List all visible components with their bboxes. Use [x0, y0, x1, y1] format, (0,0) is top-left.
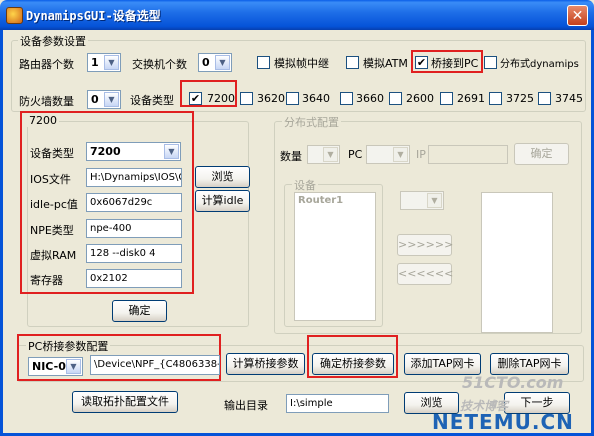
device-listbox[interactable]: Router1 — [294, 192, 376, 321]
distributed-ip-input[interactable] — [428, 145, 508, 164]
distributed-count-label: 数量 — [280, 150, 302, 163]
chevron-down-icon: ▼ — [104, 55, 119, 70]
device-type-label-3660: 3660 — [356, 92, 384, 105]
device-type-label: 设备类型 — [130, 94, 174, 107]
virtual-ram-input[interactable]: 128 --disk0 4 — [86, 244, 182, 263]
add-tap-button[interactable]: 添加TAP网卡 — [404, 353, 481, 375]
app-icon — [6, 7, 23, 24]
sim-frame-relay-checkbox[interactable] — [257, 56, 270, 69]
distributed-config-title: 分布式配置 — [282, 114, 341, 130]
register-input[interactable]: 0x2102 — [86, 269, 182, 288]
calc-bridge-button[interactable]: 计算桥接参数 — [226, 353, 305, 375]
device-list-item[interactable]: Router1 — [295, 193, 375, 208]
device-type-checkbox-3620[interactable] — [240, 92, 253, 105]
router-count-select[interactable]: 1 ▼ — [87, 53, 121, 72]
npe-type-label: NPE类型 — [30, 224, 74, 237]
ios-browse-button[interactable]: 浏览 — [195, 166, 250, 188]
sim-atm-label: 模拟ATM — [363, 57, 408, 70]
device-params-title: 设备参数设置 — [18, 33, 88, 49]
distributed-pc-label: PC — [348, 148, 363, 161]
move-left-button[interactable]: <<<<<< — [397, 263, 453, 285]
nic-value: NIC-0 — [32, 360, 66, 373]
calc-idle-button[interactable]: 计算idle — [195, 190, 250, 212]
idle-pc-label: idle-pc值 — [30, 198, 78, 211]
sim-frame-relay-label: 模拟帧中继 — [274, 57, 329, 70]
watermark-51cto: 51CTO.com — [462, 373, 564, 392]
assigned-device-listbox[interactable] — [481, 192, 553, 333]
device-type-label-3640: 3640 — [302, 92, 330, 105]
nic-select[interactable]: NIC-0 ▼ — [28, 357, 83, 376]
confirm-bridge-button[interactable]: 确定桥接参数 — [312, 353, 394, 375]
chevron-down-icon: ▼ — [427, 193, 442, 208]
device-type-checkbox-3640[interactable] — [286, 92, 299, 105]
window-title: DynamipsGUI-设备选型 — [26, 9, 161, 23]
device-type-label-2691: 2691 — [457, 92, 485, 105]
bridge-pc-checkbox[interactable]: ✔ — [415, 56, 428, 69]
device-type-label-3745: 3745 — [555, 92, 583, 105]
distributed-checkbox[interactable] — [484, 56, 497, 69]
device-type-checkbox-2691[interactable] — [440, 92, 453, 105]
watermark-netemu: NETEMU.CN — [432, 410, 574, 434]
chevron-down-icon: ▼ — [104, 92, 119, 107]
router-ok-button[interactable]: 确定 — [112, 300, 167, 322]
sim-atm-checkbox[interactable] — [346, 56, 359, 69]
close-button[interactable]: ✕ — [567, 5, 588, 26]
ios-file-label: IOS文件 — [30, 173, 71, 186]
device-type-label-3725: 3725 — [506, 92, 534, 105]
chevron-down-icon: ▼ — [164, 144, 179, 159]
virtual-ram-label: 虚拟RAM — [30, 249, 77, 262]
idle-pc-input[interactable]: 0x6067d29c — [86, 193, 182, 212]
ios-file-input[interactable]: H:\Dynamips\IOS\C — [86, 168, 182, 187]
device-type-checkbox-3725[interactable] — [489, 92, 502, 105]
device-list-title: 设备 — [292, 177, 318, 193]
output-dir-label: 输出目录 — [224, 399, 268, 412]
device-type-checkbox-3745[interactable] — [538, 92, 551, 105]
router-device-type-select[interactable]: 7200 ▼ — [86, 142, 181, 161]
chevron-down-icon: ▼ — [323, 147, 338, 162]
firewall-count-select[interactable]: 0 ▼ — [87, 90, 121, 109]
firewall-count-value: 0 — [91, 93, 99, 106]
chevron-down-icon: ▼ — [66, 359, 81, 374]
distributed-count-select[interactable]: ▼ — [307, 145, 340, 164]
firewall-count-label: 防火墙数量 — [19, 95, 74, 108]
distributed-ip-label: IP — [416, 148, 426, 161]
router-device-type-label: 设备类型 — [30, 147, 74, 160]
move-right-button[interactable]: >>>>>> — [397, 234, 453, 256]
distributed-target-select[interactable]: ▼ — [400, 191, 444, 210]
bridge-device-input[interactable]: \Device\NPF_{C4806338-F — [90, 355, 220, 375]
bridge-pc-label: 桥接到PC — [431, 57, 479, 70]
switch-count-value: 0 — [202, 56, 210, 69]
device-type-checkbox-2600[interactable] — [389, 92, 402, 105]
device-type-label-7200: 7200 — [207, 92, 235, 105]
device-type-label-2600: 2600 — [406, 92, 434, 105]
distributed-pc-select[interactable]: ▼ — [366, 145, 410, 164]
router-config-title: 7200 — [27, 114, 59, 127]
register-label: 寄存器 — [30, 274, 63, 287]
read-topology-button[interactable]: 读取拓扑配置文件 — [72, 391, 178, 413]
device-type-label-3620: 3620 — [257, 92, 285, 105]
device-type-checkbox-3660[interactable] — [340, 92, 353, 105]
router-count-label: 路由器个数 — [19, 58, 74, 71]
distributed-label: 分布式dynamips — [500, 59, 579, 70]
router-device-type-value: 7200 — [90, 145, 121, 158]
distributed-ok-button[interactable]: 确定 — [514, 143, 569, 165]
switch-count-select[interactable]: 0 ▼ — [198, 53, 232, 72]
chevron-down-icon: ▼ — [215, 55, 230, 70]
output-dir-input[interactable]: I:\simple — [286, 394, 389, 413]
router-count-value: 1 — [91, 56, 99, 69]
switch-count-label: 交换机个数 — [132, 58, 187, 71]
remove-tap-button[interactable]: 删除TAP网卡 — [490, 353, 569, 375]
device-type-checkbox-7200[interactable]: ✔ — [189, 92, 202, 105]
chevron-down-icon: ▼ — [393, 147, 408, 162]
npe-type-input[interactable]: npe-400 — [86, 219, 182, 238]
